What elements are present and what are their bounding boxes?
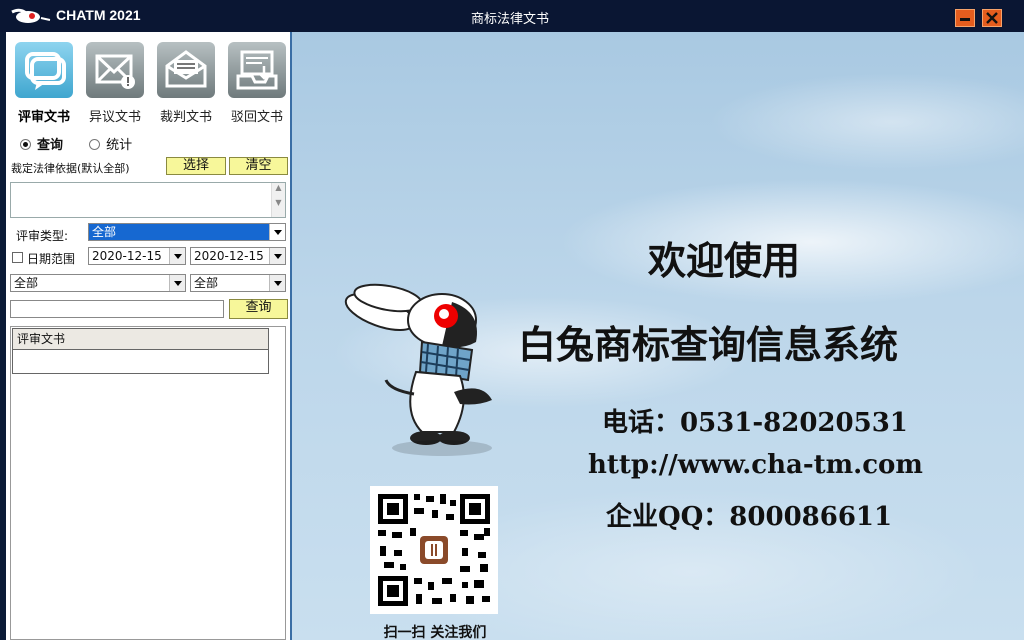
results-list[interactable]: 评审文书 [10, 326, 286, 640]
query-radio-label: 查询 [37, 138, 64, 153]
chevron-down-icon[interactable] [169, 275, 185, 291]
tool-label: 评审文书 [17, 110, 70, 125]
filter-right-select[interactable]: 全部 [190, 274, 286, 292]
basis-textarea[interactable]: ▲ ▼ [10, 182, 286, 218]
minimize-button[interactable] [955, 9, 975, 27]
query-panel: 评审文书 异议文书 裁判文书 驳回文书 查询 统计 裁定法律依据(默认全部) 选… [6, 32, 290, 640]
mode-radio-group: 查询 统计 [20, 134, 132, 153]
filter-left-select[interactable]: 全部 [10, 274, 186, 292]
date-from-value: 2020-12-15 [92, 249, 162, 263]
mail-alert-icon [86, 42, 144, 98]
chevron-down-icon[interactable] [169, 248, 185, 264]
textarea-scrollbar[interactable]: ▲ ▼ [271, 183, 285, 217]
window-title: 商标法律文书 [470, 12, 549, 27]
website-link[interactable]: http://www.cha-tm.com [588, 450, 923, 480]
close-button[interactable] [982, 9, 1002, 27]
tool-judgment-docs[interactable]: 裁判文书 [156, 42, 216, 125]
app-name: CHATM 2021 [56, 7, 141, 23]
chevron-down-icon[interactable] [269, 275, 285, 291]
chat-bubble-icon [15, 42, 73, 98]
tool-opposition-docs[interactable]: 异议文书 [85, 42, 145, 125]
date-to-picker[interactable]: 2020-12-15 [190, 247, 286, 265]
date-from-picker[interactable]: 2020-12-15 [88, 247, 186, 265]
tool-rejection-docs[interactable]: 驳回文书 [227, 42, 287, 125]
tool-label: 裁判文书 [159, 110, 212, 125]
rabbit-logo-icon [11, 8, 51, 23]
phone-text: 电话：0531-82020531 [602, 408, 908, 438]
welcome-heading: 欢迎使用 [648, 238, 801, 283]
tool-label: 驳回文书 [230, 110, 283, 125]
scroll-up-icon[interactable]: ▲ [272, 183, 285, 192]
review-type-select[interactable]: 全部 [88, 223, 286, 241]
filter-left-value: 全部 [14, 276, 39, 290]
welcome-panel: 欢迎使用 白兔商标查询信息系统 电话：0531-82020531 http://… [290, 32, 1024, 640]
query-radio[interactable]: 查询 [20, 138, 63, 153]
filter-right-value: 全部 [194, 276, 219, 290]
tool-review-docs[interactable]: 评审文书 [14, 42, 74, 125]
clear-button[interactable]: 清空 [229, 157, 288, 175]
date-to-value: 2020-12-15 [194, 249, 264, 263]
tool-label: 异议文书 [88, 110, 141, 125]
open-envelope-icon [157, 42, 215, 98]
title-bar: CHATM 2021 商标法律文书 [0, 0, 1024, 32]
review-type-label: 评审类型: [16, 229, 69, 243]
chevron-down-icon[interactable] [269, 248, 285, 264]
radio-indicator [20, 139, 31, 150]
results-column-header[interactable]: 评审文书 [12, 328, 269, 350]
system-name: 白兔商标查询信息系统 [518, 322, 899, 367]
date-range-label: 日期范围 [27, 252, 76, 266]
table-row[interactable] [12, 350, 269, 374]
stats-radio-label: 统计 [106, 138, 133, 153]
chevron-down-icon[interactable] [269, 224, 285, 240]
download-tray-icon [228, 42, 286, 98]
qr-caption: 扫一扫 关注我们 [383, 625, 487, 640]
stats-radio[interactable]: 统计 [89, 138, 132, 153]
date-range-checkbox[interactable] [12, 252, 23, 263]
qq-text: 企业QQ：800086611 [606, 502, 893, 532]
qr-code [370, 486, 498, 614]
close-icon [986, 12, 998, 24]
scroll-down-icon[interactable]: ▼ [272, 198, 285, 207]
rabbit-mascot-icon [344, 283, 492, 456]
select-button[interactable]: 选择 [166, 157, 226, 175]
review-type-value: 全部 [92, 225, 117, 239]
search-input[interactable] [10, 300, 224, 318]
radio-indicator [89, 139, 101, 150]
basis-label: 裁定法律依据(默认全部) [11, 162, 130, 175]
query-button[interactable]: 查询 [229, 299, 288, 319]
